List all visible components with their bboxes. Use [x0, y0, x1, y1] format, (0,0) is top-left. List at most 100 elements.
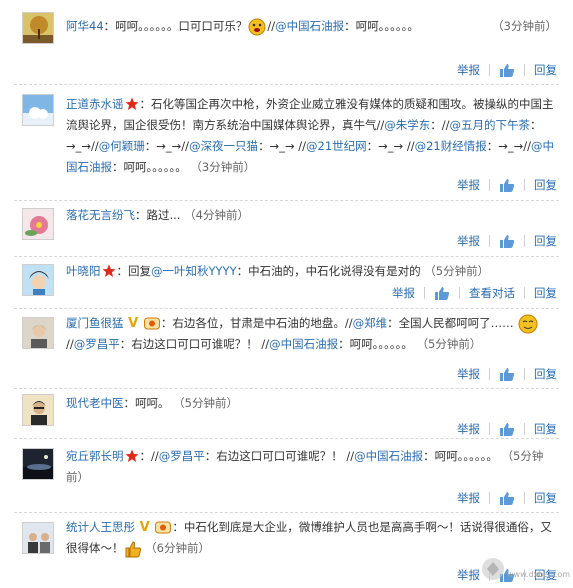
- mention-link[interactable]: @中国石油报: [275, 19, 344, 33]
- comment-actions: 举报 回复: [457, 366, 557, 382]
- thumbs-up-icon[interactable]: [434, 286, 450, 300]
- thumbs-up-icon[interactable]: [499, 63, 515, 77]
- man-avatar-icon: [23, 395, 53, 425]
- emoticon-icon: [518, 314, 538, 333]
- mention-link[interactable]: @朱学东: [384, 118, 430, 132]
- divider: [489, 64, 490, 76]
- username-link[interactable]: 落花无言纷飞: [66, 208, 135, 222]
- divider: [524, 179, 525, 191]
- comment-text: ：呵呵。: [123, 396, 170, 410]
- timestamp: （5分钟前）: [416, 337, 482, 351]
- comment-text: ：右边这口可口可谁呢？！ //: [119, 337, 270, 351]
- username-link[interactable]: 叶晓阳: [66, 264, 101, 278]
- username-link[interactable]: 正道赤水谣: [66, 97, 124, 111]
- member-icon: [155, 521, 172, 534]
- watermark-text: www.dxbei.com: [507, 570, 571, 579]
- verified-badge: V: [139, 520, 150, 535]
- username-link[interactable]: 统计人王思彤: [66, 520, 135, 534]
- comment-body: 厦门鱼很猛 V ：右边各位，甘肃是中石油的地盘。//@郑维：全国人民都呵呵了………: [66, 313, 557, 355]
- night-avatar-icon: [23, 449, 53, 479]
- divider: [14, 308, 559, 309]
- thumbs-up-icon[interactable]: [499, 367, 515, 381]
- comment-text: ：呵呵。。。。。。: [344, 19, 419, 33]
- mention-link[interactable]: @罗昌平: [159, 449, 205, 463]
- report-link[interactable]: 举报: [457, 421, 480, 437]
- username-link[interactable]: 阿华44: [66, 19, 104, 33]
- comment-text: ：回复: [116, 264, 152, 278]
- timestamp: （4分钟前）: [184, 208, 249, 222]
- reply-link[interactable]: 回复: [534, 490, 557, 506]
- divider: [14, 84, 559, 85]
- avatar[interactable]: [22, 208, 54, 240]
- thumbs-up-icon[interactable]: [499, 178, 515, 192]
- view-conversation-link[interactable]: 查看对话: [469, 285, 515, 301]
- watermark-logo-icon: [482, 558, 504, 580]
- comment-text: //: [267, 19, 276, 33]
- mention-link[interactable]: @中国石油报: [354, 449, 423, 463]
- comment-text: ：右边这口可口可谁呢？！ //: [204, 449, 355, 463]
- mention-link[interactable]: @21世纪网: [306, 139, 367, 153]
- star-badge-icon: [125, 449, 138, 462]
- avatar[interactable]: [22, 448, 54, 480]
- reply-link[interactable]: 回复: [534, 421, 557, 437]
- thumbs-up-icon[interactable]: [499, 422, 515, 436]
- mention-link[interactable]: @五月的下午茶: [450, 118, 531, 132]
- thumbs-up-icon[interactable]: [499, 491, 515, 505]
- report-link[interactable]: 举报: [457, 233, 480, 249]
- mention-link[interactable]: @何颖珊: [99, 139, 145, 153]
- mention-link[interactable]: @一叶知秋YYYY: [151, 264, 237, 278]
- emoticon-icon: [248, 18, 266, 35]
- comment-actions: 举报 回复: [457, 421, 557, 437]
- timestamp: （3分钟前）: [190, 160, 256, 174]
- comment-actions: 举报 回复: [457, 62, 557, 78]
- comment-actions: 举报 查看对话 回复: [392, 285, 557, 301]
- comment-body: 统计人王思彤 V ：中石化到底是大企业，微博维护人员也是高高手啊～！话说得很通俗…: [66, 517, 557, 559]
- divider: [524, 287, 525, 299]
- mention-link[interactable]: @罗昌平: [74, 337, 120, 351]
- comment-text: ：呵呵。。。。。。口可口可乐？: [103, 19, 248, 33]
- comment-body: 正道赤水谣 ：石化等国企再次中枪，外资企业威立雅没有媒体的质疑和围攻。被操纵的中国…: [66, 94, 557, 178]
- username-link[interactable]: 厦门鱼很猛: [66, 316, 124, 330]
- avatar[interactable]: [22, 12, 54, 44]
- comment-body: 落花无言纷飞：路过... （4分钟前）: [66, 205, 557, 226]
- report-link[interactable]: 举报: [392, 285, 415, 301]
- mention-link[interactable]: @中国石油报: [269, 337, 338, 351]
- report-link[interactable]: 举报: [457, 567, 480, 583]
- divider: [524, 235, 525, 247]
- avatar[interactable]: [22, 394, 54, 426]
- comment-text: ：中石油的，中石化说得没有是对的: [236, 264, 421, 278]
- avatar[interactable]: [22, 264, 54, 296]
- avatar[interactable]: [22, 94, 54, 126]
- divider: [524, 423, 525, 435]
- comment-text: ：//: [139, 449, 159, 463]
- mention-link[interactable]: @21财经情报: [415, 139, 487, 153]
- tree-avatar-icon: [23, 13, 53, 43]
- report-link[interactable]: 举报: [457, 490, 480, 506]
- avatar[interactable]: [22, 317, 54, 349]
- comment-body: 现代老中医：呵呵。 （5分钟前）: [66, 393, 557, 414]
- divider: [489, 492, 490, 504]
- reply-link[interactable]: 回复: [534, 233, 557, 249]
- report-link[interactable]: 举报: [457, 62, 480, 78]
- timestamp: （6分钟前）: [145, 541, 210, 555]
- report-link[interactable]: 举报: [457, 177, 480, 193]
- reply-link[interactable]: 回复: [534, 62, 557, 78]
- verified-badge: V: [128, 316, 139, 331]
- mention-link[interactable]: @深夜一只猫: [189, 139, 258, 153]
- avatar[interactable]: [22, 522, 54, 554]
- username-link[interactable]: 现代老中医: [66, 396, 124, 410]
- mention-link[interactable]: @郑维: [353, 316, 388, 330]
- thumbs-up-emoticon-icon: [125, 540, 141, 557]
- divider: [524, 368, 525, 380]
- reply-link[interactable]: 回复: [534, 285, 557, 301]
- comment-actions: 举报 回复: [457, 177, 557, 193]
- star-badge-icon: [102, 264, 115, 277]
- reply-link[interactable]: 回复: [534, 177, 557, 193]
- thumbs-up-icon[interactable]: [499, 234, 515, 248]
- comment-text: ：呵呵。。。。。。: [112, 160, 187, 174]
- divider: [524, 492, 525, 504]
- report-link[interactable]: 举报: [457, 366, 480, 382]
- username-link[interactable]: 宛丘郭长明: [66, 449, 124, 463]
- reply-link[interactable]: 回复: [534, 366, 557, 382]
- comment-actions: 举报 回复: [457, 233, 557, 249]
